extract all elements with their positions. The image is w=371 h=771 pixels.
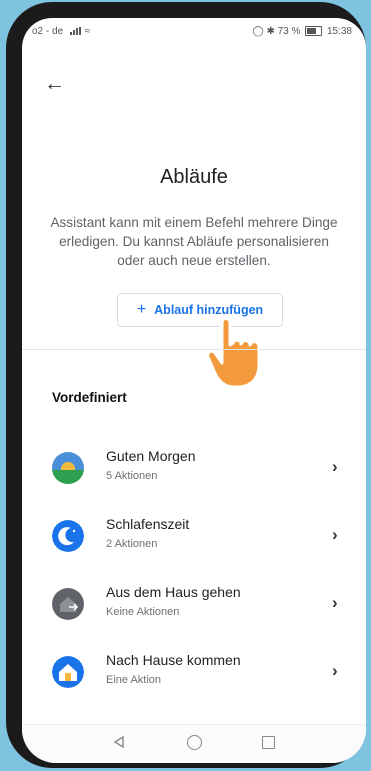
chevron-right-icon: ›: [332, 457, 338, 476]
status-left: o2 - de ≈: [32, 26, 90, 37]
chevron-right-icon: ›: [332, 525, 338, 544]
chevron-right-icon: ›: [332, 593, 338, 612]
carrier-label: o2 - de: [32, 26, 64, 37]
nav-home-icon[interactable]: [187, 735, 202, 750]
nav-recent-icon[interactable]: [262, 736, 275, 749]
battery-icon: [305, 26, 323, 37]
wifi-icon: ≈: [84, 26, 91, 37]
routine-item[interactable]: Nach Hause kommen Eine Aktion ›: [22, 644, 366, 704]
status-right: ◯ ✱ 73 % 15:38: [252, 26, 352, 37]
alarm-icon: ◯: [252, 26, 264, 37]
status-bar: o2 - de ≈ ◯ ✱ 73 % 15:38: [22, 18, 366, 48]
routine-name: Schlafenszeit: [106, 516, 190, 532]
routine-item[interactable]: Aus dem Haus gehen Keine Aktionen ›: [22, 576, 366, 636]
battery-percent: 73 %: [277, 26, 301, 37]
routine-actions: Eine Aktion: [106, 674, 162, 686]
bluetooth-icon: ✱: [266, 26, 275, 37]
routine-item[interactable]: Schlafenszeit 2 Aktionen ›: [22, 508, 366, 568]
clock: 15:38: [326, 26, 352, 37]
back-arrow-icon[interactable]: ←: [44, 73, 65, 94]
pointing-hand-icon: [206, 317, 261, 389]
divider: [22, 349, 366, 350]
android-nav-bar: [22, 724, 366, 763]
chevron-right-icon: ›: [332, 661, 338, 680]
page-description: Assistant kann mit einem Befehl mehrere …: [50, 215, 338, 268]
routine-actions: 5 Aktionen: [106, 470, 158, 482]
section-heading: Vordefiniert: [52, 390, 127, 405]
moon-icon: [52, 520, 84, 552]
phone-frame: o2 - de ≈ ◯ ✱ 73 % 15:38 ← Abläufe Assis…: [6, 2, 366, 768]
arrive-home-icon: [52, 656, 84, 688]
page-title: Abläufe: [160, 166, 228, 188]
routine-name: Nach Hause kommen: [106, 652, 241, 668]
leave-home-icon: [52, 588, 84, 620]
nav-back-icon[interactable]: [112, 735, 126, 749]
sunrise-icon: [52, 452, 84, 484]
plus-icon: +: [136, 301, 147, 318]
routine-item[interactable]: Guten Morgen 5 Aktionen ›: [22, 440, 366, 500]
routine-name: Guten Morgen: [106, 448, 196, 464]
routine-actions: 2 Aktionen: [106, 538, 158, 550]
routine-name: Aus dem Haus gehen: [106, 584, 241, 600]
signal-icon: [69, 27, 82, 36]
phone-screen: o2 - de ≈ ◯ ✱ 73 % 15:38 ← Abläufe Assis…: [22, 18, 366, 763]
routine-actions: Keine Aktionen: [106, 606, 180, 618]
